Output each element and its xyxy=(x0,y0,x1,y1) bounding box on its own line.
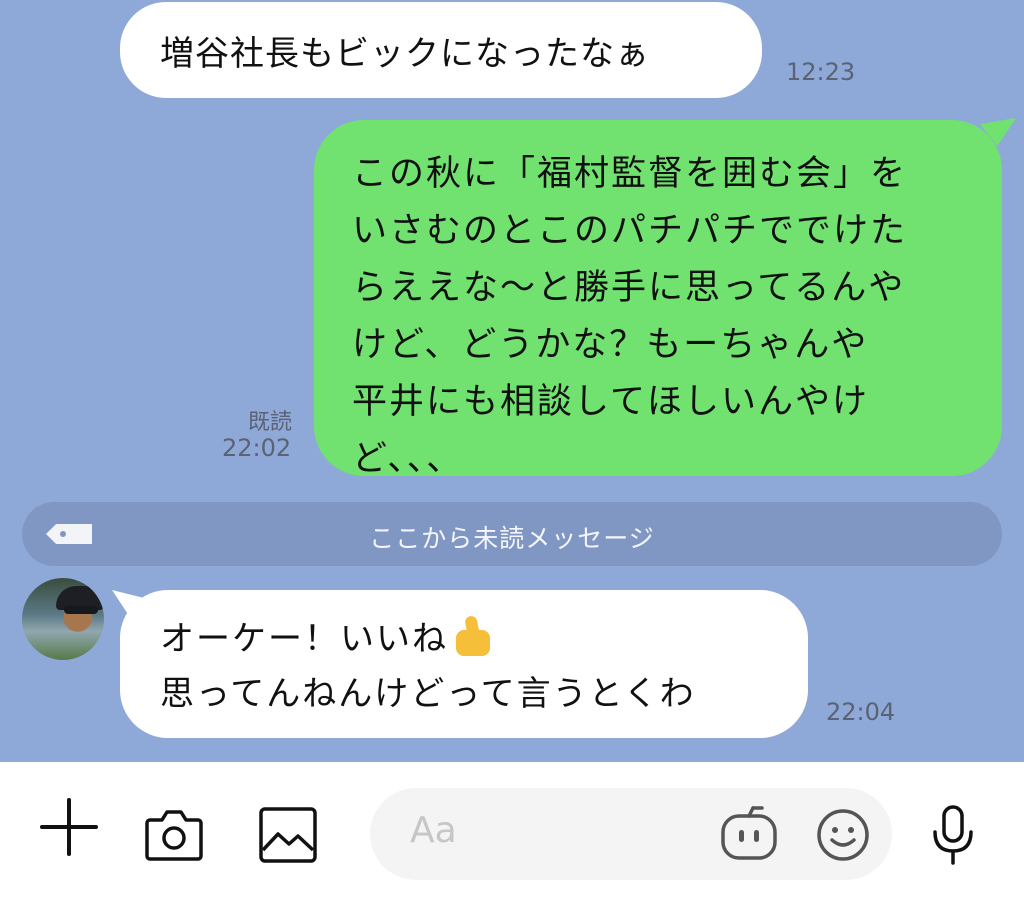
message-bubble-outgoing[interactable]: この秋に「福村監督を囲む会」を いさむのとこのパチパチででけた らええな〜と勝手… xyxy=(314,120,1002,479)
message-line: 平井にも相談してほしいんやけ xyxy=(352,382,869,422)
message-line: ど、、、 xyxy=(352,439,464,479)
message-timestamp: 22:04 xyxy=(826,698,896,726)
message-bubble-incoming[interactable]: 増谷社長もビックになったなぁ xyxy=(120,2,762,98)
message-line: この秋に「福村監督を囲む会」を xyxy=(352,154,908,194)
chat-area: 増谷社長もビックになったなぁ 12:23 この秋に「福村監督を囲む会」を いさむ… xyxy=(0,0,1024,762)
mic-icon[interactable] xyxy=(930,804,976,866)
thumbs-up-icon xyxy=(452,614,492,658)
message-line: いさむのとこのパチパチででけた xyxy=(352,211,908,251)
message-text: 増谷社長もビックになったなぁ xyxy=(160,34,650,74)
message-input[interactable]: Aa xyxy=(370,788,892,880)
image-icon[interactable] xyxy=(258,806,318,864)
avatar[interactable] xyxy=(22,578,104,660)
message-line: 思ってんねんけどって言うとくわ xyxy=(160,674,696,714)
camera-icon[interactable] xyxy=(144,806,204,862)
message-timestamp: 22:02 xyxy=(222,434,292,462)
bot-icon[interactable] xyxy=(720,804,778,862)
unread-divider-label: ここから未読メッセージ xyxy=(369,524,655,553)
message-line: けど、どうかな？もーちゃんや xyxy=(352,325,869,365)
emoji-icon[interactable] xyxy=(816,808,870,862)
message-line: らええな〜と勝手に思ってるんや xyxy=(352,268,906,308)
unread-divider: ここから未読メッセージ xyxy=(22,502,1002,566)
message-bubble-incoming[interactable]: オーケー！いいね 思ってんねんけどって言うとくわ xyxy=(120,590,808,738)
message-timestamp: 12:23 xyxy=(786,58,856,86)
read-receipt: 既読 xyxy=(248,410,293,435)
plus-icon[interactable] xyxy=(38,796,100,858)
message-input-placeholder: Aa xyxy=(410,810,457,851)
message-line: オーケー！いいね xyxy=(160,619,448,659)
avatar-sunglasses xyxy=(64,606,98,614)
